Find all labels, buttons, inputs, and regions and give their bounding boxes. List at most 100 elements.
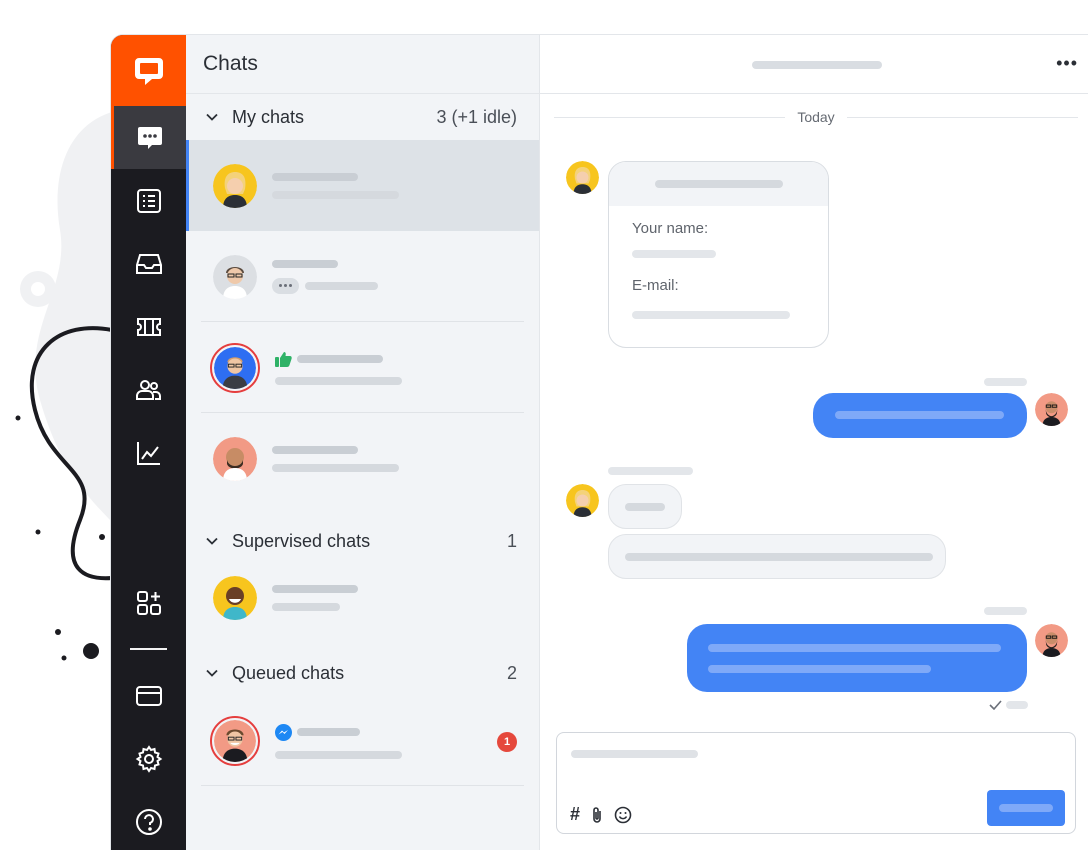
nav-customers[interactable] <box>111 358 186 421</box>
screenshot-stage: Chats My chats 3 (+1 idle) Supervised ch… <box>0 0 1088 850</box>
conversation-title-placeholder <box>752 61 882 69</box>
message-text-placeholder <box>708 644 1001 652</box>
name-label: Your name: <box>632 220 709 237</box>
nav-tickets[interactable] <box>111 295 186 358</box>
chat-preview <box>272 259 378 294</box>
section-label: My chats <box>232 106 305 127</box>
conversation-header: ••• <box>540 35 1088 94</box>
nav-inbox[interactable] <box>111 232 186 295</box>
chat-row[interactable] <box>186 322 539 413</box>
nav-archives[interactable] <box>111 169 186 232</box>
chevron-down-icon <box>206 537 218 545</box>
section-supervised-chats[interactable]: Supervised chats 1 <box>186 518 539 564</box>
chat-name-placeholder <box>272 172 358 181</box>
chat-row[interactable] <box>186 140 539 231</box>
avatar-photo-icon <box>1035 393 1068 426</box>
paperclip-icon[interactable] <box>590 806 604 824</box>
chat-message-placeholder <box>272 190 399 199</box>
timestamp-placeholder <box>984 607 1027 615</box>
customer-message-bubble <box>608 484 682 529</box>
list-icon <box>136 188 161 213</box>
timestamp-placeholder <box>608 467 693 475</box>
logo-icon <box>134 57 163 85</box>
row-divider <box>201 785 524 786</box>
thumbs-up-icon <box>275 351 292 367</box>
nav-divider <box>130 648 167 650</box>
message-text-placeholder <box>708 665 931 673</box>
hashtag-icon[interactable]: # <box>570 804 580 825</box>
chat-name-placeholder <box>297 354 383 363</box>
chat-name-placeholder <box>272 259 338 268</box>
livechat-logo[interactable] <box>111 35 186 106</box>
chat-preview <box>272 172 399 199</box>
timestamp-placeholder <box>984 378 1027 386</box>
separator-line <box>554 116 786 118</box>
email-value-placeholder <box>632 311 790 319</box>
chats-icon <box>138 126 162 149</box>
typing-row <box>272 277 378 294</box>
help-icon <box>135 808 162 835</box>
avatar <box>213 163 257 208</box>
chat-row[interactable] <box>186 231 539 322</box>
send-button[interactable] <box>987 790 1065 826</box>
chat-list-title: Chats <box>203 52 258 75</box>
chat-preview <box>272 585 358 611</box>
message-text-placeholder <box>625 503 665 511</box>
chevron-down-icon <box>206 113 218 121</box>
delivered-check-icon <box>989 700 1002 710</box>
separator-line <box>846 116 1079 118</box>
settings-icon <box>135 744 162 773</box>
nav-chats[interactable] <box>111 106 186 169</box>
status-placeholder <box>1006 701 1028 709</box>
section-my-chats[interactable]: My chats 3 (+1 idle) <box>186 94 539 140</box>
form-header <box>609 162 828 206</box>
section-label: Queued chats <box>232 662 345 683</box>
customer-message-bubble <box>608 534 946 579</box>
nav-settings[interactable] <box>111 727 186 790</box>
avatar <box>213 436 257 481</box>
messenger-icon <box>275 723 292 741</box>
nav-apps[interactable] <box>111 571 186 634</box>
composer-toolbar: # <box>570 804 632 825</box>
chat-row[interactable]: 1 <box>186 696 539 786</box>
nav-reports[interactable] <box>111 421 186 484</box>
avatar-photo-icon <box>213 254 257 299</box>
section-count: 2 <box>506 662 517 683</box>
agent-avatar <box>1035 393 1068 426</box>
conversation-panel: ••• Today Your name: E-mail: # <box>540 35 1088 850</box>
email-label: E-mail: <box>632 277 679 294</box>
emoji-icon[interactable] <box>614 806 632 824</box>
prechat-form-card: Your name: E-mail: <box>608 161 829 348</box>
chat-preview <box>275 723 402 759</box>
agent-message-bubble <box>813 393 1027 438</box>
send-label-placeholder <box>999 804 1053 812</box>
billing-icon <box>135 685 162 706</box>
chat-preview <box>275 351 402 385</box>
ticket-icon <box>136 317 161 336</box>
avatar-photo-icon <box>213 163 257 208</box>
nav-help[interactable] <box>111 790 186 850</box>
nav-billing[interactable] <box>111 664 186 727</box>
avatar-photo-icon <box>214 346 256 389</box>
chat-message-placeholder <box>272 603 340 611</box>
message-composer[interactable]: # <box>556 732 1076 834</box>
chat-message-placeholder <box>275 750 402 759</box>
customer-avatar <box>566 161 599 194</box>
app-window: Chats My chats 3 (+1 idle) Supervised ch… <box>111 35 1088 850</box>
chat-list-header: Chats <box>186 35 539 94</box>
apps-icon <box>136 590 161 615</box>
chat-row[interactable] <box>186 564 539 632</box>
name-value-placeholder <box>632 250 716 258</box>
avatar <box>213 254 257 299</box>
chat-row[interactable] <box>186 413 539 504</box>
agent-avatar <box>1035 624 1068 657</box>
rating-row <box>275 351 402 367</box>
chat-message-placeholder <box>305 281 378 290</box>
section-queued-chats[interactable]: Queued chats 2 <box>186 650 539 696</box>
more-options-button[interactable]: ••• <box>1056 53 1078 74</box>
avatar-photo-icon <box>1035 624 1068 657</box>
chat-message-placeholder <box>272 463 399 472</box>
reports-icon <box>136 441 160 465</box>
section-count: 3 (+1 idle) <box>436 106 517 127</box>
message-text-placeholder <box>625 553 933 561</box>
